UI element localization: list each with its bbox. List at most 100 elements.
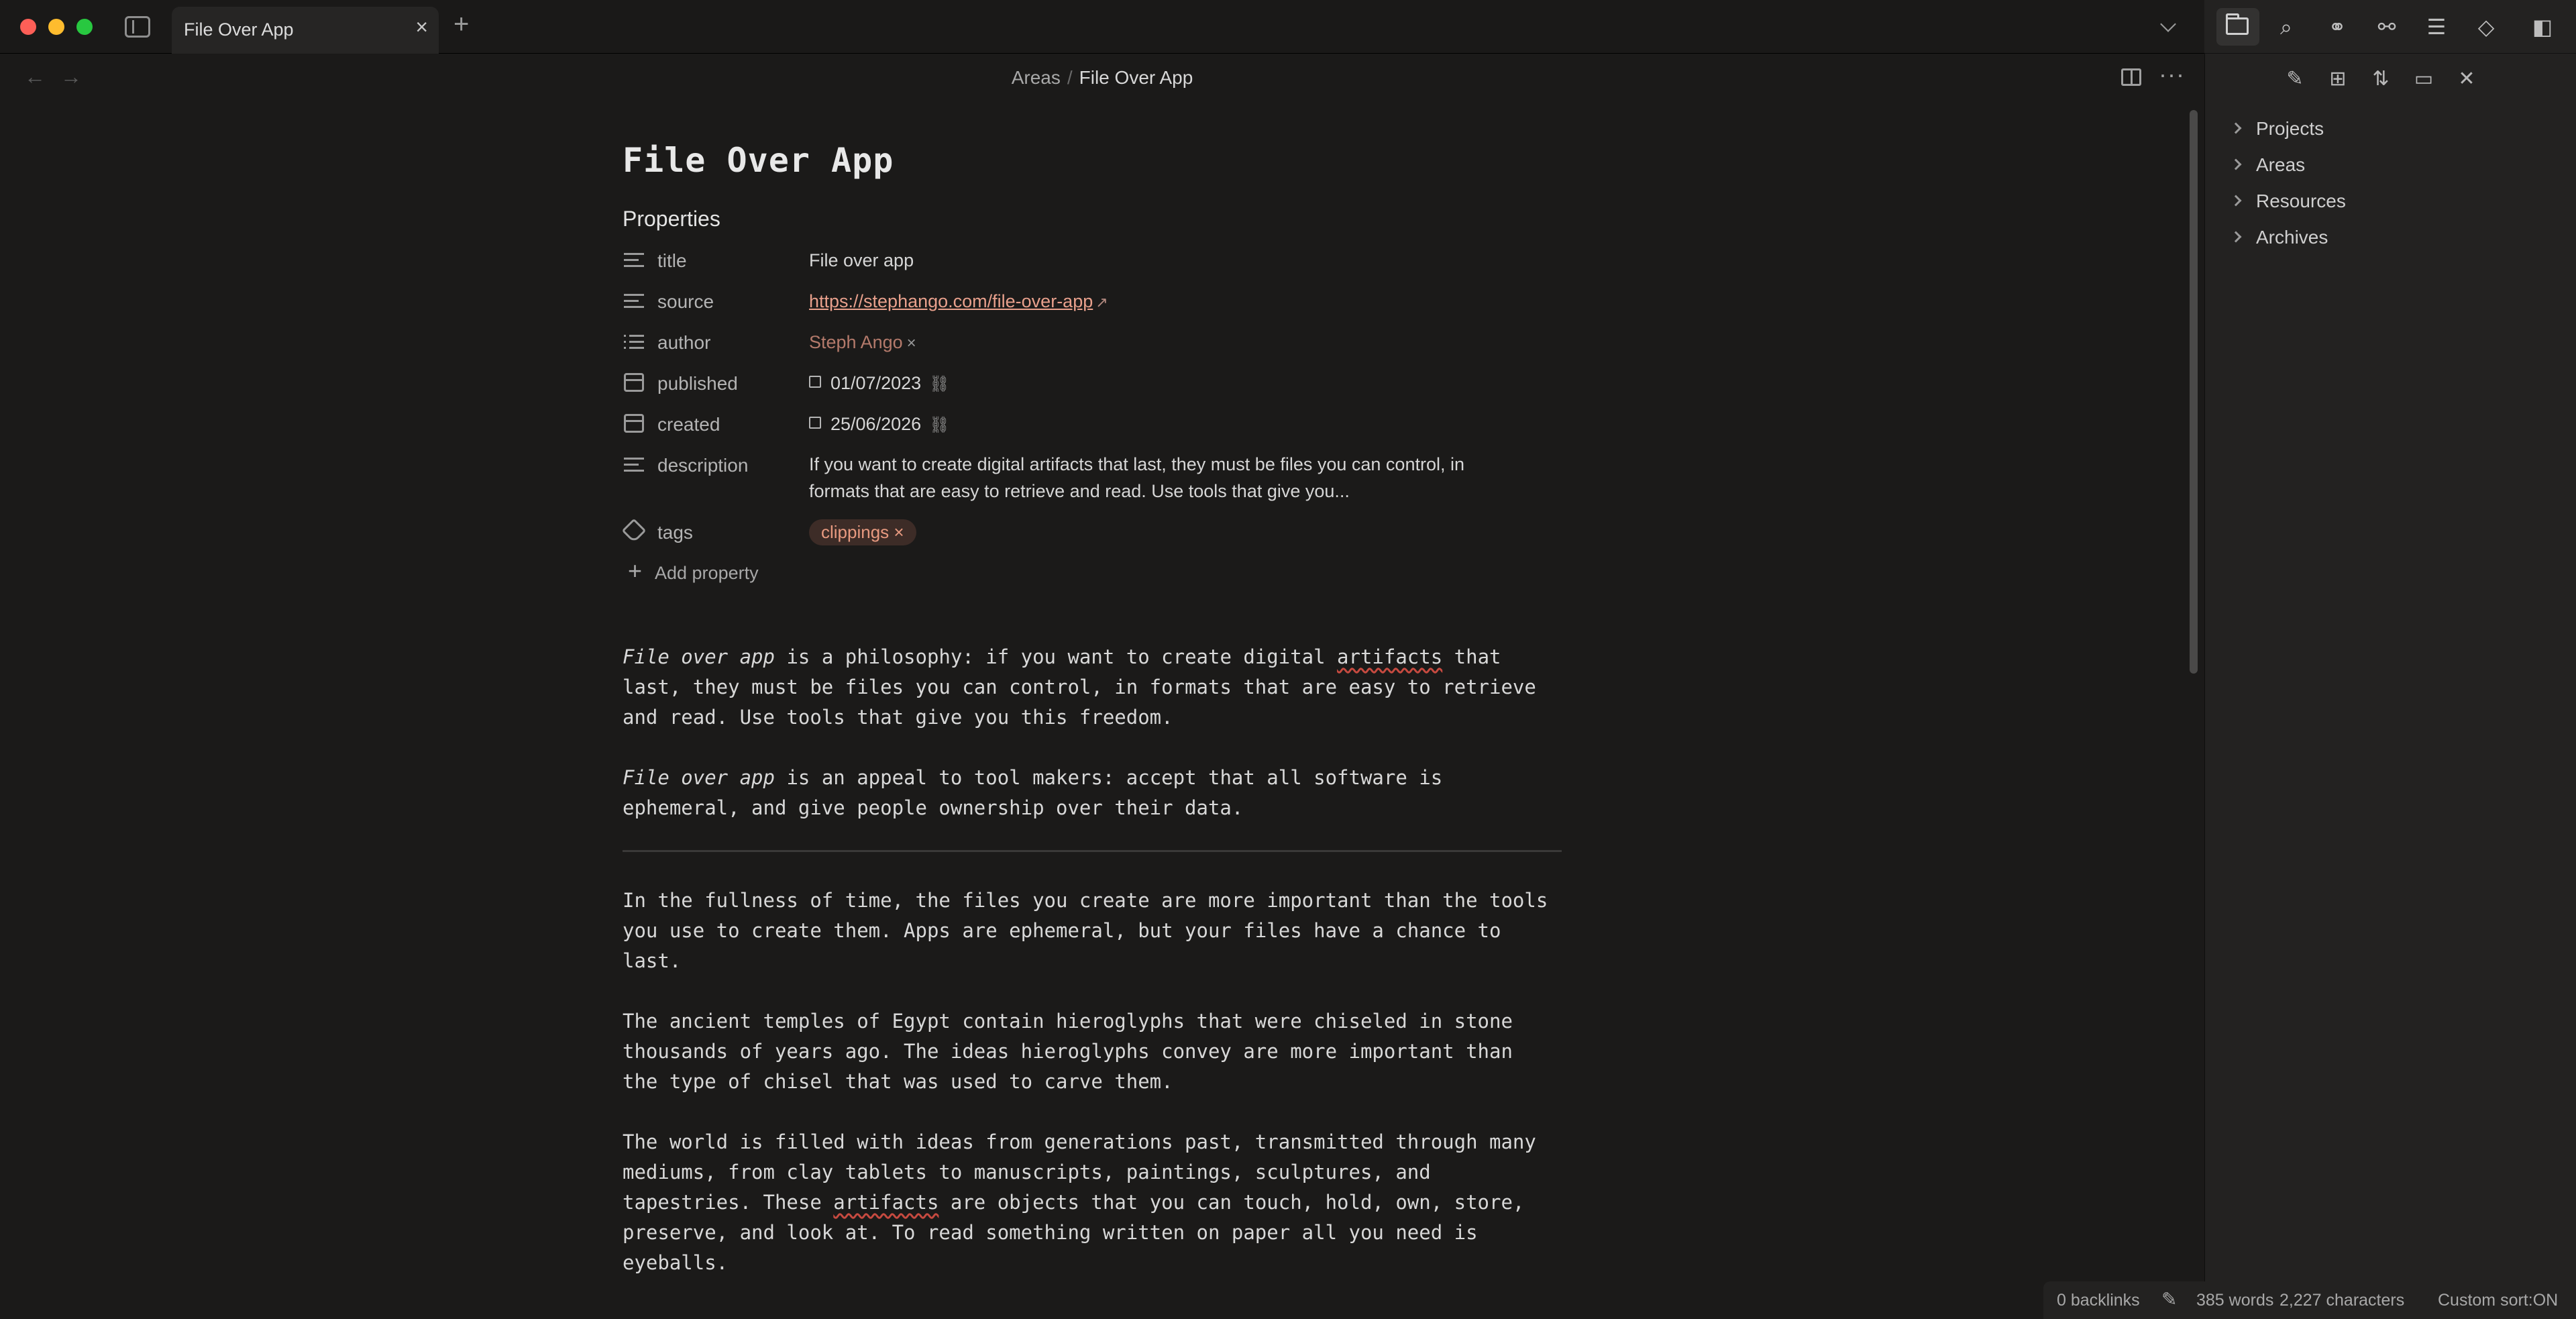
property-key[interactable]: published — [657, 373, 738, 394]
calendar-icon — [624, 414, 644, 433]
new-tab-icon[interactable]: + — [453, 11, 469, 38]
property-published[interactable]: published 01/07/2023 ⛓ — [623, 364, 1562, 405]
source-link[interactable]: https://stephango.com/file-over-app — [809, 291, 1093, 311]
new-note-icon[interactable]: ✎ — [2283, 67, 2307, 91]
note-body[interactable]: File over app is a philosophy: if you wa… — [623, 642, 1562, 1278]
emphasis: File over app — [623, 766, 775, 789]
properties-heading[interactable]: Properties — [623, 207, 1562, 231]
folder-resources[interactable]: Resources — [2230, 191, 2346, 217]
property-value[interactable]: File over app — [809, 250, 914, 271]
remove-tag-icon[interactable]: × — [894, 522, 904, 542]
chevron-right-icon[interactable] — [2230, 231, 2242, 243]
paragraph[interactable]: The ancient temples of Egypt contain hie… — [623, 1006, 1548, 1097]
edit-mode-icon[interactable]: ✎ — [2161, 1288, 2177, 1310]
minimize-window-button[interactable] — [48, 19, 64, 35]
status-bar: 0 backlinks ✎ 385 words 2,227 characters… — [2043, 1281, 2576, 1319]
misspelled-word[interactable]: artifacts — [833, 1191, 938, 1214]
add-property-button[interactable]: + Add property — [623, 553, 1562, 594]
misspelled-word[interactable]: artifacts — [1337, 645, 1442, 668]
tag-pill[interactable]: clippings × — [809, 519, 916, 545]
close-window-button[interactable] — [20, 19, 36, 35]
close-tab-icon[interactable]: × — [415, 16, 428, 38]
folder-label: Projects — [2256, 118, 2324, 139]
property-value: 25/06/2026 ⛓ — [809, 414, 950, 435]
word-count: 385 words — [2196, 1291, 2274, 1310]
property-key[interactable]: title — [657, 250, 687, 272]
tags-icon[interactable]: ◇ — [2474, 15, 2498, 39]
property-key[interactable]: author — [657, 332, 710, 354]
auto-reveal-icon[interactable]: ▭ — [2412, 67, 2436, 91]
file-explorer-panel: ✎ ⊞ ⇅ ▭ ✕ Projects Areas Resources Archi… — [2204, 54, 2576, 1319]
paragraph[interactable]: File over app is a philosophy: if you wa… — [623, 642, 1548, 733]
date-picker-icon[interactable] — [809, 376, 821, 388]
breadcrumb-current[interactable]: File Over App — [1079, 67, 1193, 88]
property-key[interactable]: created — [657, 414, 720, 435]
left-sidebar-toggle-icon[interactable] — [125, 16, 150, 38]
properties-list: title File over app source https://steph… — [621, 241, 1562, 594]
created-date[interactable]: 25/06/2026 — [830, 414, 921, 434]
link-icon[interactable]: ⛓ — [929, 416, 949, 434]
folder-label: Resources — [2256, 191, 2346, 211]
backlinks-count[interactable]: 0 backlinks — [2057, 1291, 2140, 1310]
right-sidebar-toggle-icon[interactable]: ◧ — [2530, 15, 2555, 39]
note-title[interactable]: File Over App — [623, 141, 1562, 180]
property-value[interactable]: If you want to create digital artifacts … — [809, 451, 1500, 505]
tab-bar: File Over App × + — [0, 0, 2204, 54]
folder-label: Areas — [2256, 154, 2306, 175]
zoom-window-button[interactable] — [76, 19, 93, 35]
scrollbar-thumb[interactable] — [2190, 110, 2198, 674]
sort-icon[interactable]: ⇅ — [2369, 67, 2393, 91]
property-description[interactable]: description If you want to create digita… — [623, 445, 1562, 513]
emphasis: File over app — [623, 645, 775, 668]
date-picker-icon[interactable] — [809, 417, 821, 429]
property-created[interactable]: created 25/06/2026 ⛓ — [623, 405, 1562, 445]
breadcrumb: Areas / File Over App — [0, 67, 2204, 89]
property-tags[interactable]: tags clippings × — [621, 513, 1562, 553]
chevron-down-icon[interactable] — [2160, 16, 2176, 32]
tag-icon — [621, 518, 647, 543]
search-icon[interactable]: ⌕ — [2274, 15, 2298, 39]
folder-projects[interactable]: Projects — [2230, 118, 2324, 145]
paragraph[interactable]: In the fullness of time, the files you c… — [623, 886, 1548, 976]
outline-icon[interactable]: ☰ — [2424, 15, 2449, 39]
chevron-right-icon[interactable] — [2230, 158, 2242, 170]
paragraph[interactable]: File over app is an appeal to tool maker… — [623, 763, 1548, 823]
external-link-icon: ↗ — [1095, 294, 1108, 311]
tab-title: File Over App — [184, 19, 294, 40]
note-editor[interactable]: File Over App Properties title File over… — [621, 141, 1562, 1278]
backlinks-icon[interactable]: ⚭ — [2325, 15, 2349, 39]
tab-file-over-app[interactable]: File Over App × — [172, 7, 439, 54]
tag-label: clippings — [821, 522, 890, 542]
chevron-right-icon[interactable] — [2230, 195, 2242, 207]
outgoing-links-icon[interactable]: ⚯ — [2375, 15, 2399, 39]
folder-archives[interactable]: Archives — [2230, 227, 2328, 254]
character-count: 2,227 characters — [2279, 1291, 2405, 1310]
text-lines-icon — [624, 294, 644, 310]
property-key[interactable]: source — [657, 291, 714, 313]
remove-author-icon[interactable]: × — [907, 334, 916, 352]
paragraph[interactable]: The world is filled with ideas from gene… — [623, 1127, 1548, 1278]
chevron-right-icon[interactable] — [2230, 122, 2242, 134]
property-source[interactable]: source https://stephango.com/file-over-a… — [623, 282, 1562, 323]
folder-label: Archives — [2256, 227, 2328, 248]
property-author[interactable]: author Steph Ango × — [623, 323, 1562, 364]
text-lines-icon — [624, 253, 644, 269]
new-folder-icon[interactable]: ⊞ — [2326, 67, 2350, 91]
more-options-icon[interactable]: ··· — [2159, 60, 2185, 89]
reading-view-icon[interactable] — [2121, 68, 2141, 86]
plus-icon: + — [628, 557, 643, 584]
property-title[interactable]: title File over app — [623, 241, 1562, 282]
custom-sort-status[interactable]: Custom sort:ON — [2438, 1291, 2558, 1310]
breadcrumb-separator: / — [1067, 67, 1073, 88]
property-value: clippings × — [809, 519, 916, 545]
folder-areas[interactable]: Areas — [2230, 154, 2306, 181]
property-key[interactable]: tags — [657, 522, 693, 543]
author-pill[interactable]: Steph Ango — [809, 332, 903, 352]
property-key[interactable]: description — [657, 455, 748, 476]
add-property-label: Add property — [655, 563, 759, 583]
breadcrumb-parent[interactable]: Areas — [1012, 67, 1061, 88]
link-icon[interactable]: ⛓ — [929, 375, 949, 393]
collapse-all-icon[interactable]: ✕ — [2455, 67, 2479, 91]
folder-icon[interactable] — [2226, 13, 2249, 35]
published-date[interactable]: 01/07/2023 — [830, 373, 921, 393]
